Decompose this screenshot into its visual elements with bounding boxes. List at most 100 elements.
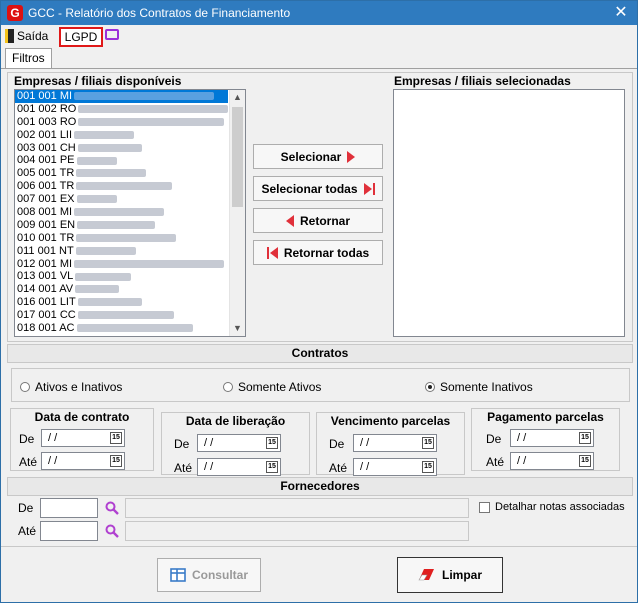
- date-box-title: Pagamento parcelas: [487, 410, 604, 424]
- company-list-item[interactable]: 001 002 RO: [15, 103, 228, 116]
- calendar-icon[interactable]: 15: [422, 461, 434, 473]
- company-list-item[interactable]: 004 001 PE: [15, 154, 228, 167]
- company-list-item[interactable]: 013 001 VL: [15, 270, 228, 283]
- date-payment-from[interactable]: / / 15: [510, 429, 594, 447]
- date-release-to[interactable]: / / 15: [197, 458, 281, 476]
- detail-notes-checkbox[interactable]: Detalhar notas associadas: [479, 501, 625, 513]
- company-list-item[interactable]: 017 001 CC: [15, 309, 228, 322]
- company-list-item[interactable]: 016 001 LIT: [15, 296, 228, 309]
- company-code: 005 001 TR: [17, 167, 75, 180]
- company-list-item[interactable]: 014 001 AV: [15, 283, 228, 296]
- calendar-icon[interactable]: 15: [266, 461, 278, 473]
- redacted-company-name: [77, 311, 174, 320]
- redacted-company-name: [76, 182, 173, 191]
- date-payment-to[interactable]: / / 15: [510, 452, 594, 470]
- date-due-from[interactable]: / / 15: [353, 434, 437, 452]
- redacted-company-name: [74, 259, 225, 268]
- radio-label: Ativos e Inativos: [35, 380, 123, 394]
- date-release-box: Data de liberação De / / 15 Até / / 15: [161, 412, 310, 476]
- calendar-icon[interactable]: 15: [266, 437, 278, 449]
- calendar-icon[interactable]: 15: [579, 432, 591, 444]
- company-list-item[interactable]: 010 001 TR: [15, 232, 228, 245]
- supplier-to-input[interactable]: [40, 521, 98, 541]
- radio-somente-ativos[interactable]: Somente Ativos: [223, 380, 321, 394]
- company-list-item[interactable]: 018 001 AC: [15, 322, 228, 335]
- select-button[interactable]: Selecionar: [253, 144, 383, 169]
- redacted-company-name: [78, 117, 225, 126]
- selected-companies-list[interactable]: [393, 89, 625, 337]
- tab-filtros[interactable]: Filtros: [5, 48, 52, 68]
- radio-dot: [425, 382, 435, 392]
- exit-label: Saída: [17, 29, 49, 43]
- arrow-left-icon: [285, 214, 294, 227]
- date-box-title: Data de contrato: [34, 410, 130, 424]
- radio-ativos-inativos[interactable]: Ativos e Inativos: [20, 380, 122, 394]
- company-list-item[interactable]: 009 001 EN: [15, 219, 228, 232]
- return-all-button[interactable]: Retornar todas: [253, 240, 383, 265]
- company-list-item[interactable]: 001 001 MI: [15, 90, 228, 103]
- redacted-company-name: [74, 208, 165, 217]
- scroll-thumb[interactable]: [232, 107, 243, 207]
- date-value: / /: [517, 432, 527, 444]
- date-value: / /: [360, 461, 370, 473]
- redacted-company-name: [76, 156, 117, 165]
- monitor-icon[interactable]: [105, 29, 119, 40]
- list-scrollbar[interactable]: ▲ ▼: [229, 90, 245, 336]
- radio-dot: [20, 382, 30, 392]
- date-contract-to[interactable]: / / 15: [41, 452, 125, 470]
- suppliers-header: Fornecedores: [7, 477, 633, 496]
- company-code: 003 001 CH: [17, 141, 76, 154]
- search-icon[interactable]: [105, 501, 119, 515]
- to-label: Até: [174, 461, 193, 475]
- company-list-item[interactable]: 003 001 CH: [15, 142, 228, 155]
- date-contract-from[interactable]: / / 15: [41, 429, 125, 447]
- date-release-from[interactable]: / / 15: [197, 434, 281, 452]
- available-companies-list[interactable]: 001 001 MI 001 002 RO 001 003 RO 002 001 LI…: [14, 89, 246, 337]
- company-code: 011 001 NT: [17, 244, 74, 257]
- company-list-item[interactable]: 007 001 EX: [15, 193, 228, 206]
- from-label: De: [19, 432, 35, 446]
- redacted-company-name: [76, 324, 193, 333]
- company-code: 014 001 AV: [17, 283, 74, 296]
- exit-button[interactable]: Saída: [5, 28, 48, 44]
- company-list-item[interactable]: 008 001 MI: [15, 206, 228, 219]
- scroll-up-icon[interactable]: ▲: [230, 90, 245, 105]
- company-code: 010 001 TR: [17, 231, 75, 244]
- company-list-item[interactable]: 001 003 RO: [15, 116, 228, 129]
- window-title: GCC - Relatório dos Contratos de Financi…: [28, 6, 291, 20]
- radio-somente-inativos[interactable]: Somente Inativos: [425, 380, 533, 394]
- company-code: 017 001 CC: [17, 309, 76, 322]
- from-label: De: [486, 432, 502, 446]
- calendar-icon[interactable]: 15: [422, 437, 434, 449]
- calendar-icon[interactable]: 15: [579, 455, 591, 467]
- company-list-item[interactable]: 005 001 TR: [15, 167, 228, 180]
- company-code: 009 001 EN: [17, 218, 76, 231]
- scroll-down-icon[interactable]: ▼: [230, 321, 245, 336]
- date-box-title: Vencimento parcelas: [330, 414, 451, 428]
- company-list-item[interactable]: 002 001 LII: [15, 129, 228, 142]
- consult-button[interactable]: Consultar: [157, 558, 261, 592]
- company-list-item[interactable]: 011 001 NT: [15, 245, 228, 258]
- return-button[interactable]: Retornar: [253, 208, 383, 233]
- close-button[interactable]: ✕: [611, 3, 631, 23]
- company-code: 001 003 RO: [17, 115, 77, 128]
- lgpd-button[interactable]: LGPD: [59, 27, 103, 47]
- supplier-from-input[interactable]: [40, 498, 98, 518]
- company-code: 006 001 TR: [17, 180, 75, 193]
- date-value: / /: [48, 455, 58, 467]
- clear-button[interactable]: Limpar: [397, 557, 503, 593]
- radio-label: Somente Ativos: [238, 380, 322, 394]
- company-list-item[interactable]: 012 001 MI: [15, 258, 228, 271]
- company-list-item[interactable]: 006 001 TR: [15, 180, 228, 193]
- select-all-button[interactable]: Selecionar todas: [253, 176, 383, 201]
- date-due-to[interactable]: / / 15: [353, 458, 437, 476]
- date-payment-box: Pagamento parcelas De / / 15 Até / / 15: [471, 408, 620, 471]
- company-code: 002 001 LII: [17, 128, 73, 141]
- search-icon[interactable]: [105, 524, 119, 538]
- calendar-icon[interactable]: 15: [110, 455, 122, 467]
- toolbar: Saída LGPD: [1, 26, 637, 47]
- date-value: / /: [204, 461, 214, 473]
- calendar-icon[interactable]: 15: [110, 432, 122, 444]
- redacted-company-name: [77, 298, 142, 307]
- radio-label: Somente Inativos: [440, 380, 533, 394]
